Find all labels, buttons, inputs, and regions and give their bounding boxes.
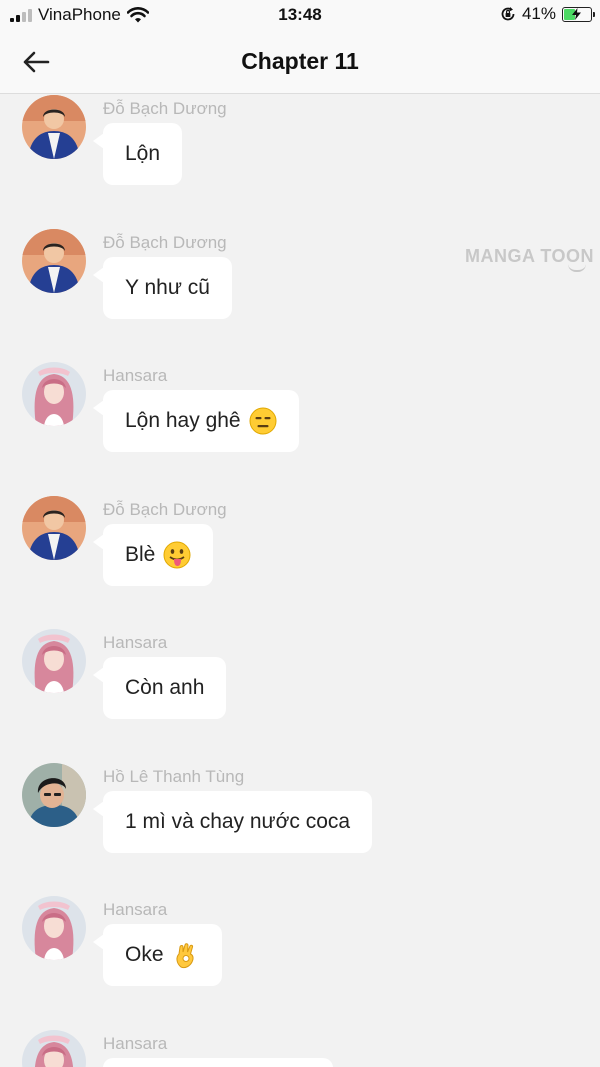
ok-hand-icon (172, 941, 200, 969)
status-right: 41% (500, 4, 595, 24)
rotation-lock-icon (501, 7, 515, 21)
sender-name: Hansara (103, 1033, 168, 1053)
message-bubble[interactable]: Blè (92, 523, 214, 586)
message-bubble[interactable]: Y như cũ (93, 256, 232, 319)
message-bubble[interactable]: Oke (93, 924, 222, 986)
sender-name: Đỗ Bạch Dương (103, 499, 227, 519)
pink-hair-girl-avatar[interactable] (22, 896, 86, 960)
tongue-out-face-icon (163, 541, 191, 569)
lightning-bolt-icon (572, 7, 581, 20)
message-text: Lộn (125, 142, 161, 165)
sender-name: Đỗ Bạch Dương (103, 99, 227, 118)
message-bubble[interactable] (103, 1057, 333, 1067)
message-text: Y như cũ (125, 275, 210, 299)
message-bubble[interactable]: Lộn hay ghê (93, 390, 299, 452)
sender-name: Hồ Lê Thanh Tùng (103, 766, 245, 786)
chapter-header: Chapter 11 (0, 30, 600, 94)
boy-blue-jacket-avatar[interactable] (22, 228, 86, 293)
message-text: Blè (125, 542, 156, 566)
boy-blue-jacket-avatar[interactable] (22, 95, 86, 159)
sender-name: Hansara (103, 366, 168, 385)
expressionless-face-icon (249, 407, 277, 435)
message-text: Lộn hay ghê (125, 409, 241, 432)
message-bubble[interactable]: Còn anh (92, 657, 227, 719)
status-bar: VinaPhone 13:48 41% (0, 0, 600, 30)
battery-charging-icon (562, 6, 595, 22)
chat-thread[interactable]: Đỗ Bạch Dương Lộn Đỗ Bạch Dương Y như cũ Han… (0, 95, 600, 1067)
message-text: 1 mì và chay nước coca (125, 809, 351, 833)
message-text: Còn anh (125, 676, 205, 699)
message-text: Oke (125, 943, 164, 966)
message-bubble[interactable]: 1 mì và chay nước coca (92, 790, 373, 853)
page-title: Chapter 11 (241, 48, 359, 74)
pink-hair-girl-avatar[interactable] (22, 629, 86, 693)
boy-blue-jacket-avatar[interactable] (22, 495, 86, 560)
boy-black-hair-avatar[interactable] (22, 762, 86, 827)
sender-name: Hansara (103, 633, 168, 652)
battery-percent: 41% (521, 4, 556, 23)
pink-hair-girl-avatar[interactable] (22, 1029, 86, 1067)
pink-hair-girl-avatar[interactable] (22, 362, 86, 426)
sender-name: Đỗ Bạch Dương (103, 232, 227, 252)
message-bubble[interactable]: Lộn (92, 123, 183, 185)
sender-name: Hansara (103, 900, 168, 919)
